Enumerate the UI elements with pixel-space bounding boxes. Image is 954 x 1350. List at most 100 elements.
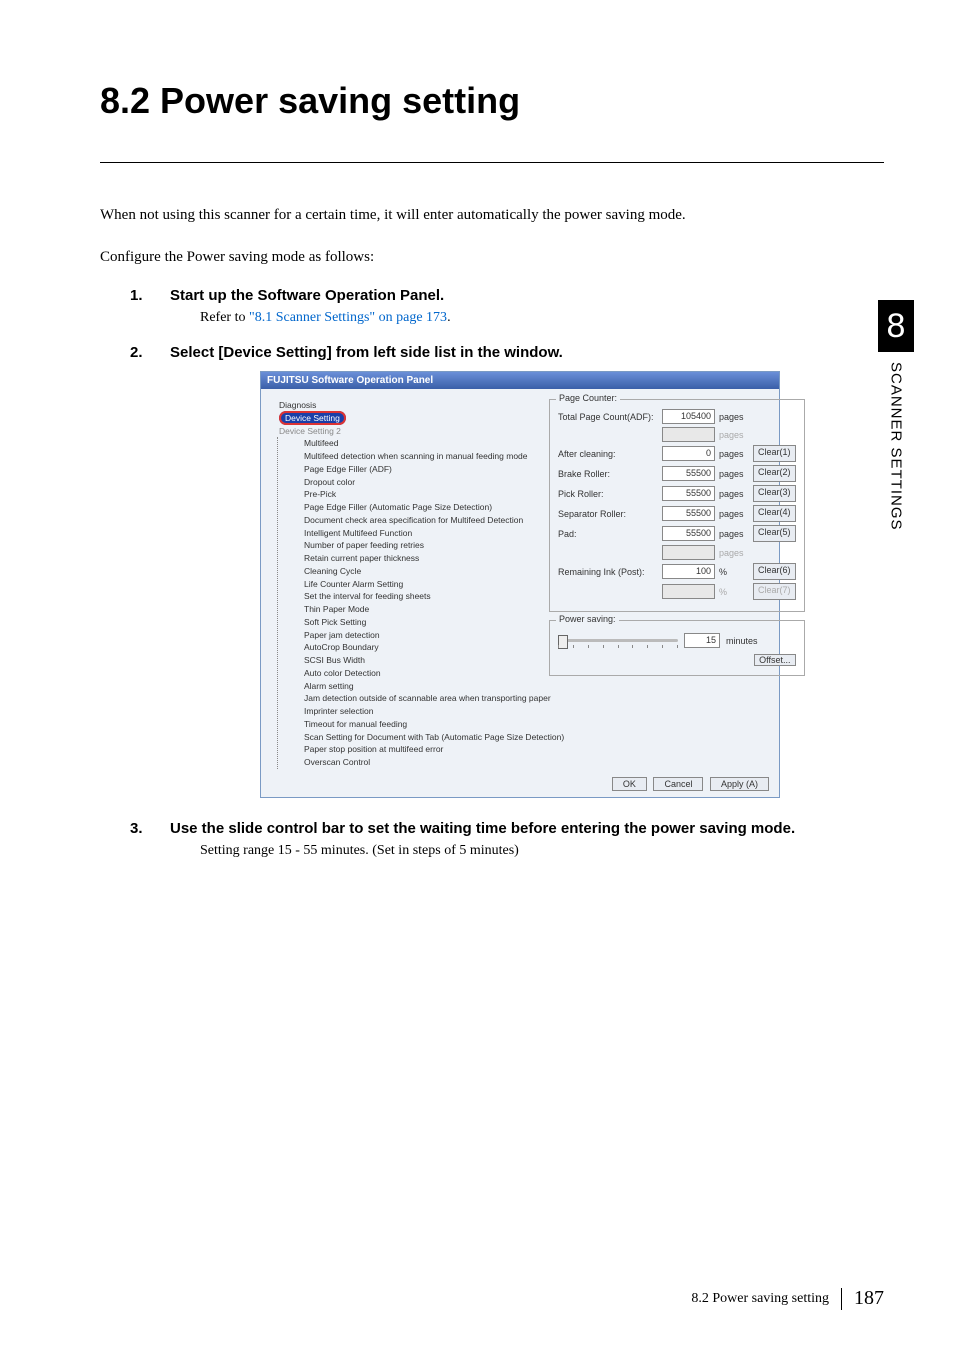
counter-value [662,545,715,560]
clear-button[interactable]: Clear(1) [753,445,796,462]
clear-button[interactable]: Clear(5) [753,525,796,542]
counter-value: 100 [662,564,715,579]
power-value: 15 [684,633,720,648]
step-2-title: Select [Device Setting] from left side l… [170,344,563,361]
tree-item[interactable]: AutoCrop Boundary [296,641,541,654]
apply-button[interactable]: Apply (A) [710,777,769,791]
step-1-sub-a: Refer to [200,310,249,325]
counter-label: Total Page Count(ADF): [558,412,658,422]
counter-row: Brake Roller: 55500 pages Clear(2) [558,465,796,482]
tree-item[interactable]: Document check area specification for Mu… [296,514,541,527]
clear-button: Clear(7) [753,583,796,600]
tree-item[interactable]: Timeout for manual feeding [296,718,541,731]
tree-item[interactable]: Overscan Control [296,756,541,769]
app-titlebar: FUJITSU Software Operation Panel [261,372,779,389]
tree-item[interactable]: Imprinter selection [296,705,541,718]
section-heading: 8.2 Power saving setting [100,80,884,122]
counter-row: % Clear(7) [558,583,796,600]
step-1-num: 1. [130,287,170,304]
step-3-num: 3. [130,820,170,837]
counter-row: Remaining Ink (Post):100%Clear(6) [558,563,796,580]
power-saving-group: Power saving: 15 minutes Offset... [549,620,805,676]
counter-row: pages [558,545,796,560]
counter-label: Pick Roller: [558,489,658,499]
counter-value: 0 [662,446,715,461]
power-unit: minutes [726,636,758,646]
counter-label: Separator Roller: [558,509,658,519]
power-slider[interactable] [558,639,678,642]
clear-button[interactable]: Clear(6) [753,563,796,580]
counter-row: Separator Roller: 55500 pages Clear(4) [558,505,796,522]
step-1-sub: Refer to "8.1 Scanner Settings" on page … [200,310,884,326]
counter-unit: pages [719,489,749,499]
counter-unit: % [719,587,749,597]
counter-unit: pages [719,430,749,440]
page-counter-group: Page Counter: Total Page Count(ADF):1054… [549,399,805,612]
counter-value: 55500 [662,486,715,501]
tree-item[interactable]: Thin Paper Mode [296,603,541,616]
tree-group[interactable]: Device Setting 2 [271,425,541,438]
clear-button[interactable]: Clear(2) [753,465,796,482]
tree-item[interactable]: Paper stop position at multifeed error [296,743,541,756]
counter-label: Pad: [558,529,658,539]
page-number: 187 [854,1287,884,1310]
screenshot: FUJITSU Software Operation Panel Diagnos… [260,371,780,798]
tree-item[interactable]: Jam detection outside of scannable area … [296,692,541,705]
chapter-badge: 8 [878,300,914,352]
tree-item[interactable]: SCSI Bus Width [296,654,541,667]
counter-value: 55500 [662,526,715,541]
clear-button[interactable]: Clear(4) [753,505,796,522]
counter-unit: pages [719,412,749,422]
offset-button[interactable]: Offset... [754,654,795,666]
tree-item[interactable]: Dropout color [296,476,541,489]
tree-item[interactable]: Soft Pick Setting [296,616,541,629]
tree-item[interactable]: Life Counter Alarm Setting [296,578,541,591]
tree-item[interactable]: Intelligent Multifeed Function [296,527,541,540]
tree-item[interactable]: Multifeed detection when scanning in man… [296,450,541,463]
step-1-title: Start up the Software Operation Panel. [170,287,444,304]
counter-row: After cleaning: 0 pages Clear(1) [558,445,796,462]
counter-row: Pad:55500pagesClear(5) [558,525,796,542]
intro-2: Configure the Power saving mode as follo… [100,245,884,269]
ok-button[interactable]: OK [612,777,647,791]
tree-item[interactable]: Alarm setting [296,680,541,693]
tree-item[interactable]: Number of paper feeding retries [296,539,541,552]
counter-value [662,584,715,599]
tree-item[interactable]: Multifeed [296,437,541,450]
step-1-sub-b: . [447,310,451,325]
tree-view[interactable]: Diagnosis Device Setting Device Setting … [271,399,541,769]
cancel-button[interactable]: Cancel [653,777,703,791]
chapter-label: SCANNER SETTINGS [888,362,905,531]
tree-item[interactable]: Page Edge Filler (Automatic Page Size De… [296,501,541,514]
right-pane: Page Counter: Total Page Count(ADF):1054… [549,399,805,769]
counter-label: After cleaning: [558,449,658,459]
tree-root[interactable]: Diagnosis [271,399,541,412]
counter-unit: pages [719,509,749,519]
step-3-sub: Setting range 15 - 55 minutes. (Set in s… [200,843,884,859]
counter-value: 55500 [662,506,715,521]
counter-row: Pick Roller: 55500 pages Clear(3) [558,485,796,502]
tree-item[interactable]: Paper jam detection [296,629,541,642]
tree-item[interactable]: Scan Setting for Document with Tab (Auto… [296,731,541,744]
tree-device-setting[interactable]: Device Setting [271,412,346,425]
clear-button[interactable]: Clear(3) [753,485,796,502]
counter-value: 105400 [662,409,715,424]
counter-value: 55500 [662,466,715,481]
counter-unit: pages [719,469,749,479]
tree-item[interactable]: Retain current paper thickness [296,552,541,565]
counter-unit: pages [719,449,749,459]
step-2-num: 2. [130,344,170,361]
tree-item[interactable]: Auto color Detection [296,667,541,680]
counter-value [662,427,715,442]
footer-section: 8.2 Power saving setting [691,1291,829,1307]
tree-item[interactable]: Set the interval for feeding sheets [296,590,541,603]
intro-1: When not using this scanner for a certai… [100,203,884,227]
tree-item[interactable]: Cleaning Cycle [296,565,541,578]
page-counter-title: Page Counter: [556,393,620,403]
counter-label: Remaining Ink (Post): [558,567,658,577]
counter-row: Total Page Count(ADF): 105400 pages [558,409,796,424]
link-scanner-settings[interactable]: "8.1 Scanner Settings" on page 173 [249,310,447,325]
tree-item[interactable]: Page Edge Filler (ADF) [296,463,541,476]
tree-item[interactable]: Pre-Pick [296,488,541,501]
counter-label: Brake Roller: [558,469,658,479]
